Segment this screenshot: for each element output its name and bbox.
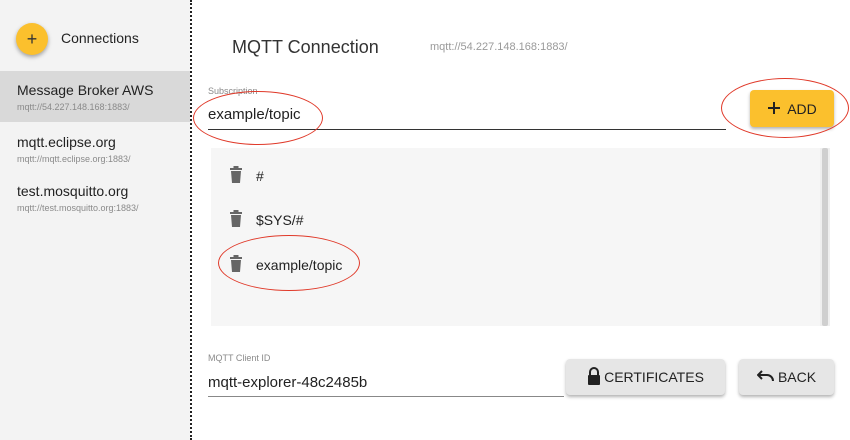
connection-item-mosquitto[interactable]: test.mosquitto.org mqtt://test.mosquitto…: [0, 172, 190, 223]
certificates-button[interactable]: CERTIFICATES: [566, 359, 725, 395]
topic-item: #: [229, 164, 264, 188]
client-id-input[interactable]: [208, 369, 564, 397]
back-button[interactable]: BACK: [739, 359, 834, 395]
connection-url-header: mqtt://54.227.148.168:1883/: [430, 41, 568, 53]
add-subscription-button[interactable]: ADD: [750, 90, 834, 127]
back-label: BACK: [777, 369, 817, 385]
lock-icon: [587, 366, 604, 388]
connection-name: mqtt.eclipse.org: [17, 134, 116, 150]
certificates-label: CERTIFICATES: [604, 369, 704, 385]
connection-url: mqtt://test.mosquitto.org:1883/: [17, 203, 139, 213]
trash-icon[interactable]: [229, 254, 256, 277]
sidebar: + Connections Message Broker AWS mqtt://…: [0, 0, 190, 440]
scrollbar-thumb[interactable]: [822, 148, 828, 326]
topic-item: $SYS/#: [229, 208, 303, 232]
trash-icon[interactable]: [229, 165, 256, 188]
subscription-label: Subscription: [208, 86, 258, 96]
undo-icon: [756, 369, 778, 385]
plus-icon: [767, 99, 784, 119]
subscription-input[interactable]: [208, 100, 726, 130]
connection-url: mqtt://mqtt.eclipse.org:1883/: [17, 154, 131, 164]
connection-url: mqtt://54.227.148.168:1883/: [17, 102, 130, 112]
topic-label: example/topic: [256, 257, 343, 273]
sidebar-title: Connections: [61, 30, 139, 46]
topic-list: [211, 148, 824, 326]
topic-label: $SYS/#: [256, 212, 304, 228]
client-id-label: MQTT Client ID: [208, 353, 271, 363]
add-connection-button[interactable]: +: [16, 23, 48, 55]
page-title: MQTT Connection: [232, 37, 379, 57]
trash-icon[interactable]: [229, 209, 256, 232]
connection-item-eclipse[interactable]: mqtt.eclipse.org mqtt://mqtt.eclipse.org…: [0, 123, 190, 174]
sidebar-divider: [190, 0, 192, 440]
topic-item: example/topic: [229, 253, 342, 277]
topic-label: #: [256, 168, 264, 184]
connection-name: Message Broker AWS: [17, 82, 154, 98]
connection-name: test.mosquitto.org: [17, 183, 129, 199]
connection-item-aws[interactable]: Message Broker AWS mqtt://54.227.148.168…: [0, 71, 190, 122]
add-button-label: ADD: [787, 100, 817, 117]
plus-icon: +: [26, 29, 38, 49]
